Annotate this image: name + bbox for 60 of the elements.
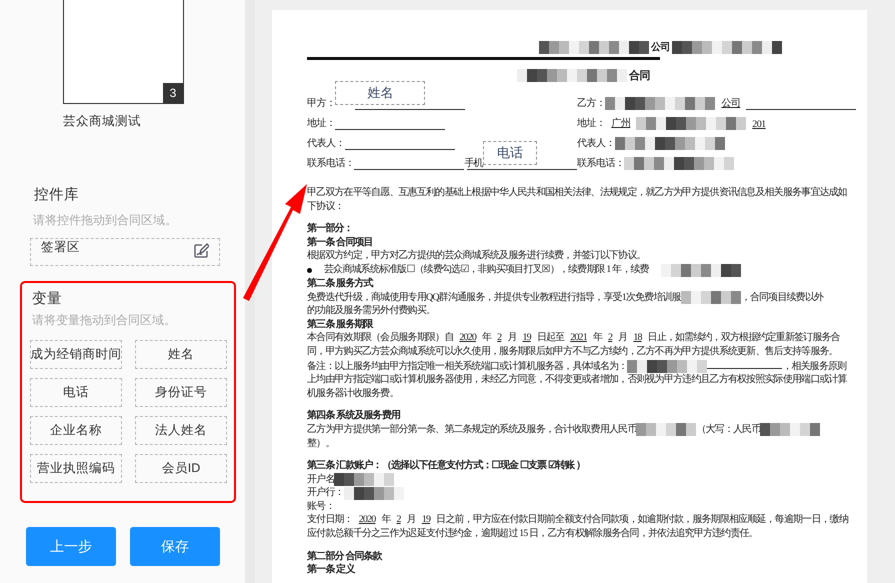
contract-text: 的功能及服务需另外付费购买。 xyxy=(307,304,436,318)
template-name: 芸众商城测试 xyxy=(63,113,142,130)
section-heading: 第二部分 合同条款 xyxy=(307,550,384,563)
contract-text: 免费迭代升级，商城使用专用QQ群沟通服务，并提供专业教程进行指导，享受1次免费培训服 xyxy=(307,290,681,304)
filled-value: 公司 xyxy=(720,97,742,110)
signature-edit-icon xyxy=(193,243,209,259)
field-label: 甲方： xyxy=(307,96,336,110)
variable-chip[interactable]: 会员ID xyxy=(135,454,227,483)
field-label: 代表人： xyxy=(307,136,345,150)
variable-placeholder[interactable]: 姓名 xyxy=(335,81,426,105)
field-label: 联系电话： xyxy=(307,156,354,170)
section-heading: 第四条 系统及服务费用 xyxy=(307,409,402,423)
variable-placeholder[interactable]: 电话 xyxy=(483,141,537,165)
section-heading: 第二条 服务方式 xyxy=(307,276,374,291)
variable-chip[interactable]: 法人姓名 xyxy=(135,416,227,445)
contract-text: 公司 xyxy=(651,40,670,54)
contract-text: ，合同项目续费以外 xyxy=(740,290,824,304)
contract-text: 合同 xyxy=(629,68,650,83)
variable-chip[interactable]: 姓名 xyxy=(135,340,227,369)
variable-chip[interactable]: 企业名称 xyxy=(30,416,122,445)
bullet-dot xyxy=(307,268,312,273)
variable-chip[interactable]: 成为经销商时间 xyxy=(30,340,122,369)
field-label: 地址： xyxy=(307,116,336,130)
filled-value: 201 xyxy=(751,119,767,130)
pixelated-redaction xyxy=(344,486,404,500)
contract-text: 芸众商城系统标准版☐（续费勾选☑，非购买项目打叉☒），续费期限 1 年，续费 xyxy=(324,262,649,277)
contract-text: 账号： xyxy=(307,500,336,514)
control-label: 签署区 xyxy=(41,239,80,256)
pixelated-redaction xyxy=(680,290,741,304)
contract-text: 支付日期： 2020 年 2 月 19 日之前，甲方应在付款日期前全额支付合同款项，如逾期付款，服务期限相应顺延，每逾期一日，缴纳应付款总额千分之三作为迟延支付违约金，逾期超过 15 日，乙方有权解除服务合同，并依法追究甲方违约责任。 xyxy=(307,513,850,541)
section-title: 控件库 xyxy=(34,186,80,204)
signature-area-control[interactable]: 签署区 xyxy=(30,238,220,266)
section-title: 变量 xyxy=(32,290,63,308)
variable-chip[interactable]: 营业执照编码 xyxy=(30,454,122,483)
contract-text: 甲乙双方在平等自愿、互惠互利的基础上根据中华人民共和国相关法律、法规规定，就乙方为甲方提供资讯信息及相关服务事宜达成如下协议： xyxy=(307,186,848,214)
section-heading: 第一部分： xyxy=(307,222,354,236)
pixelated-redaction xyxy=(334,472,394,486)
field-label: 代表人： xyxy=(577,136,615,150)
pixelated-redaction xyxy=(760,423,820,436)
pixelated-redaction xyxy=(636,423,696,436)
hint-text: 请将控件拖动到合同区域。 xyxy=(33,212,178,229)
contract-text: 开户行： xyxy=(307,486,344,500)
hint-text: 请将变量拖动到合同区域。 xyxy=(32,312,177,329)
section-heading: 第一条 合同项目 xyxy=(307,236,374,250)
section-heading: 第一条 定义 xyxy=(307,563,356,577)
section-heading: 第三条 汇款账户：（选择以下任意支付方式：☐现金 ☐支票 ☑转账 ） xyxy=(307,459,586,473)
contract-text: 整）。 xyxy=(307,436,336,450)
contract-text: 手机 xyxy=(464,156,484,170)
field-label: 联系电话： xyxy=(577,156,624,170)
page-thumbnail[interactable]: 3 xyxy=(63,0,184,104)
field-label: 地址： xyxy=(577,116,606,130)
variable-chip[interactable]: 电话 xyxy=(30,378,122,407)
contract-text: 本合同有效期限（会员服务期限）自 2020 年 2 月 19 日起至 2021 年 2 月 18 日止，如需续约，双方根据约定重新签订服务合同，甲方购买乙方芸众商城系统可以永久使用，服务期限后如甲方不与乙方续约，乙方不再为甲方提供系统更新、售后支持等服务。 xyxy=(307,331,841,359)
contract-text: 根据双方约定，甲方对乙方提供的芸众商城系统及服务进行续费，并签订以下协议。 xyxy=(307,249,647,263)
variable-chip[interactable]: 身份证号 xyxy=(135,378,227,407)
section-heading: 第三条 服务期限 xyxy=(307,318,374,332)
contract-text: 开户名 xyxy=(307,472,334,486)
page-number-badge: 3 xyxy=(163,83,183,103)
filled-value: 广州 xyxy=(610,116,632,130)
field-label: 乙方： xyxy=(577,96,606,110)
